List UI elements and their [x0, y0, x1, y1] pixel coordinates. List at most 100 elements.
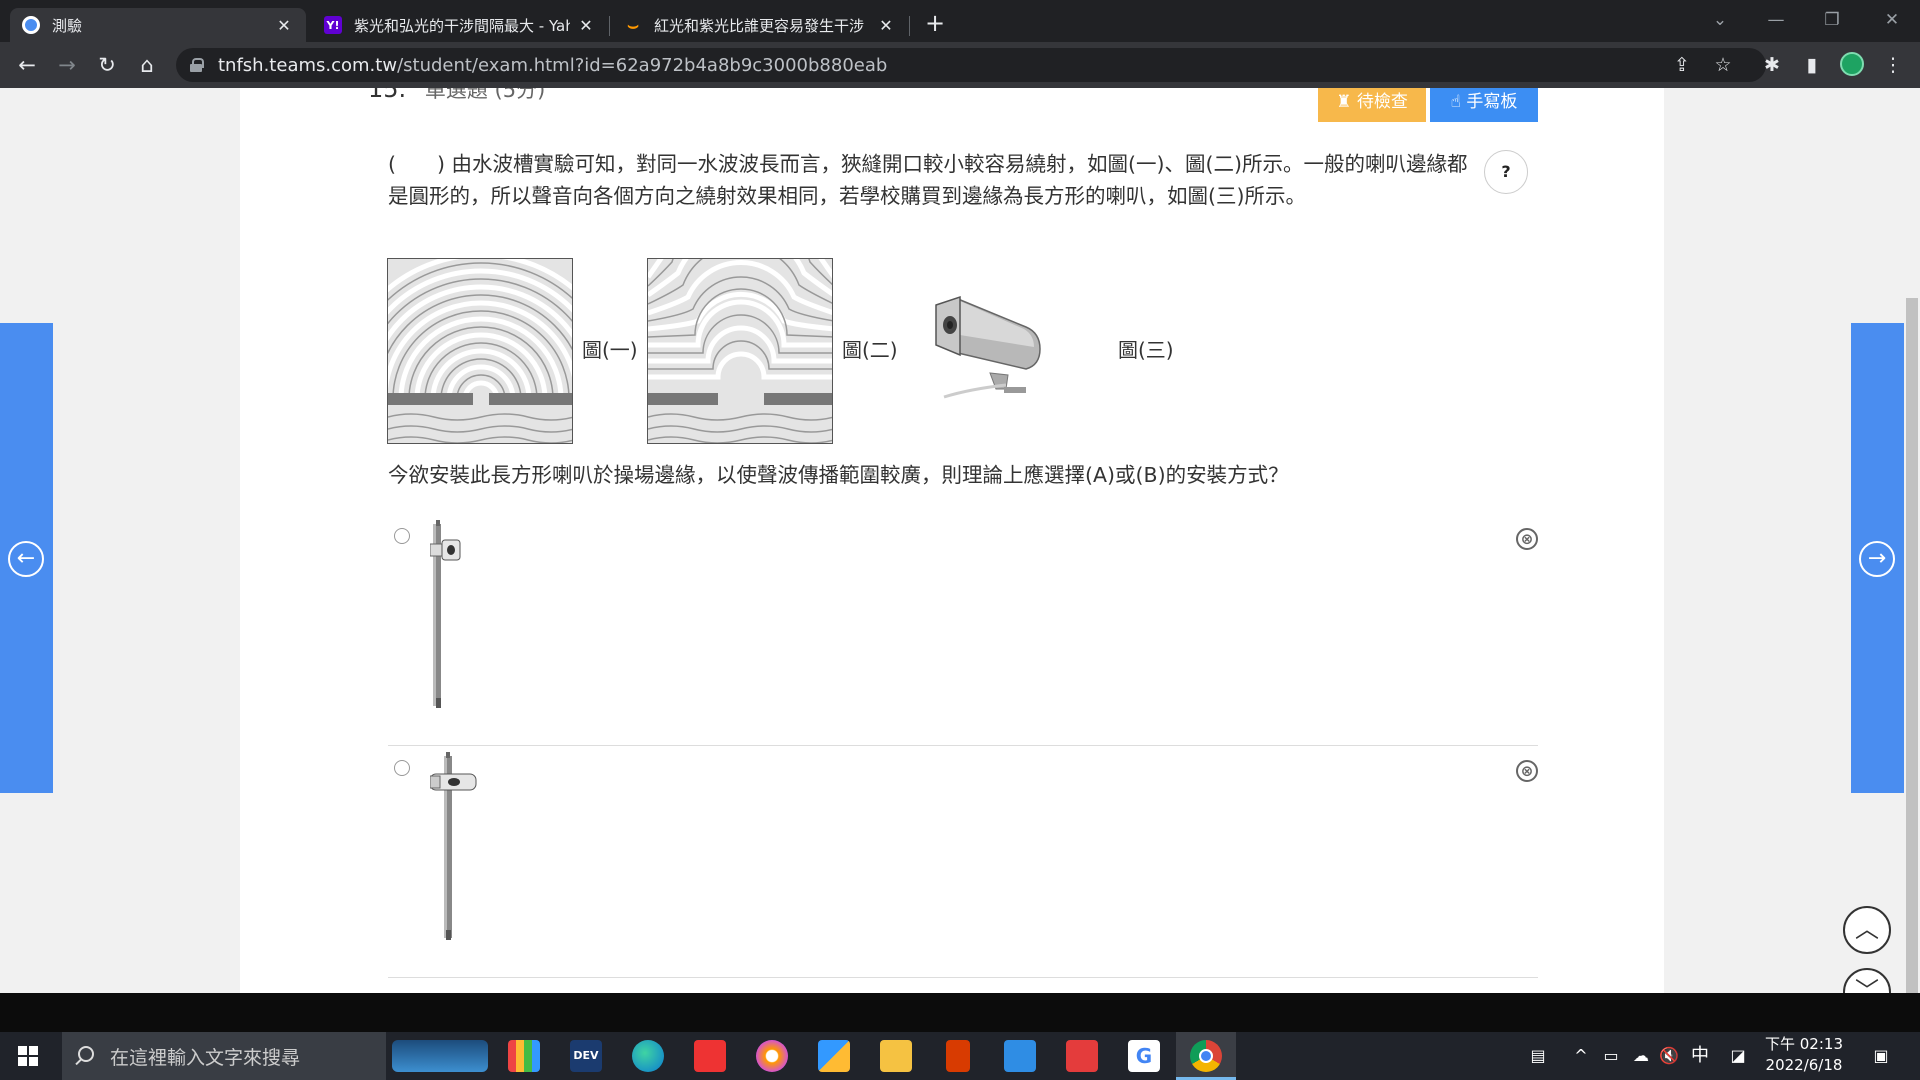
- folder-icon[interactable]: [880, 1040, 912, 1072]
- tab-exam[interactable]: 測驗 ✕: [10, 8, 306, 42]
- forward-icon[interactable]: →: [52, 50, 82, 80]
- pending-review-button[interactable]: ♜ 待檢查: [1318, 88, 1426, 122]
- question-header: 15. 單選題 (5分): [368, 88, 545, 104]
- url-host: tnfsh.teams.com.tw: [218, 54, 398, 76]
- bookmark-star-icon[interactable]: ☆: [1708, 50, 1738, 80]
- profile-avatar[interactable]: [1840, 52, 1864, 76]
- side-panel-icon[interactable]: ▮: [1797, 50, 1827, 80]
- arrow-left-icon[interactable]: ←: [8, 541, 44, 577]
- close-icon[interactable]: ✕: [876, 16, 896, 35]
- home-icon[interactable]: ⌂: [132, 50, 162, 80]
- search-icon: [78, 1046, 94, 1062]
- help-button[interactable]: ?: [1484, 150, 1528, 194]
- news-widget-icon[interactable]: ▤: [1518, 1032, 1558, 1080]
- devcpp-icon[interactable]: DEV: [570, 1040, 602, 1072]
- tab-search-icon[interactable]: ⌄: [1692, 0, 1748, 42]
- arrow-right-icon[interactable]: →: [1859, 541, 1895, 577]
- flag-icon: ♜: [1336, 92, 1352, 112]
- tray-chevron-icon[interactable]: ^: [1568, 1032, 1594, 1080]
- ime-mode-icon[interactable]: ◪: [1724, 1032, 1752, 1080]
- option-b-radio[interactable]: [394, 760, 410, 776]
- tab-strip: 測驗 ✕ Y! 紫光和弘光的干涉間隔最大 - Yah ✕ ⌣ 紅光和紫光比誰更容…: [0, 0, 1920, 42]
- clock-time: 下午 02:13: [1765, 1035, 1843, 1053]
- notification-icon[interactable]: ▣: [1866, 1032, 1896, 1080]
- tab-title: 紫光和弘光的干涉間隔最大 - Yah: [354, 16, 570, 35]
- scroll-up-button[interactable]: ︿: [1843, 906, 1891, 954]
- tab-title: 紅光和紫光比誰更容易發生干涉: [654, 16, 865, 35]
- option-a-remove-icon[interactable]: ⊗: [1516, 528, 1538, 550]
- edge-icon[interactable]: [632, 1040, 664, 1072]
- page-scrollbar[interactable]: [1904, 88, 1920, 993]
- page-viewport: 15. 單選題 (5分) ♜ 待檢查 ☝ 手寫板 ? ( ) 由水波槽實驗可知，…: [0, 88, 1904, 993]
- figure-1-label: 圖(一): [582, 338, 638, 362]
- store-icon[interactable]: [818, 1040, 850, 1072]
- office-icon[interactable]: [946, 1040, 970, 1072]
- question-number: 15.: [368, 88, 407, 103]
- question-type: 單選題 (5分): [424, 88, 546, 102]
- app-grid-icon[interactable]: [508, 1040, 540, 1072]
- tab-yahoo[interactable]: Y! 紫光和弘光的干涉間隔最大 - Yah ✕: [312, 8, 608, 42]
- pending-label: 待檢查: [1356, 92, 1408, 112]
- horn-speaker-image: [930, 293, 1060, 408]
- chrome-taskbar-button[interactable]: [1176, 1032, 1236, 1080]
- figure-wide-slit: [647, 258, 833, 444]
- scrollbar-thumb[interactable]: [1906, 298, 1918, 993]
- circle-logo-icon: [22, 16, 40, 34]
- ime-indicator[interactable]: 中: [1686, 1032, 1714, 1080]
- volume-muted-icon[interactable]: 🔇: [1656, 1032, 1682, 1080]
- option-a-radio[interactable]: [394, 528, 410, 544]
- shopping-icon: ⌣: [627, 14, 639, 36]
- tab-divider: [609, 16, 610, 36]
- gift-icon[interactable]: [694, 1040, 726, 1072]
- tab-divider: [909, 16, 910, 36]
- close-window-button[interactable]: ✕: [1864, 0, 1920, 42]
- close-icon[interactable]: ✕: [576, 16, 596, 35]
- page-footer-strip: [0, 993, 1920, 1032]
- yahoo-icon: Y!: [324, 16, 342, 34]
- tab-title: 測驗: [52, 16, 83, 35]
- question-text: ( ) 由水波槽實驗可知，對同一水波波長而言，狹縫開口較小較容易繞射，如圖(一)…: [388, 152, 1468, 208]
- minimize-button[interactable]: —: [1748, 0, 1804, 42]
- address-bar[interactable]: tnfsh.teams.com.tw/student/exam.html?id=…: [176, 48, 1766, 82]
- vertical-speaker-pole-image: [429, 516, 490, 716]
- taskbar-search[interactable]: 在這裡輸入文字來搜尋: [62, 1032, 386, 1080]
- lock-icon: [190, 58, 204, 72]
- handwrite-label: 手寫板: [1466, 92, 1518, 112]
- scroll-down-button[interactable]: ﹀: [1843, 968, 1891, 993]
- tab-shopping[interactable]: ⌣ 紅光和紫光比誰更容易發生干涉 ✕: [612, 8, 908, 42]
- share-icon[interactable]: ⇪: [1667, 50, 1697, 80]
- close-icon[interactable]: ✕: [274, 16, 294, 35]
- windows-taskbar: 在這裡輸入文字來搜尋 DEV G ▤ ^ ▭ ☁ 🔇 中 ◪ 下午 02:13 …: [0, 1032, 1920, 1080]
- news-icon[interactable]: [1066, 1040, 1098, 1072]
- menu-icon[interactable]: ⋮: [1878, 50, 1908, 80]
- browser-toolbar: ← → ↻ ⌂ tnfsh.teams.com.tw/student/exam.…: [0, 42, 1920, 88]
- restore-button[interactable]: ❐: [1804, 0, 1860, 42]
- mail-icon[interactable]: [1004, 1040, 1036, 1072]
- taskbar-search-placeholder: 在這裡輸入文字來搜尋: [110, 1046, 301, 1069]
- onedrive-icon[interactable]: ☁: [1628, 1032, 1654, 1080]
- widgets-icon[interactable]: [392, 1040, 488, 1072]
- option-b[interactable]: ⊗: [388, 748, 1538, 978]
- figure-2-label: 圖(二): [842, 338, 898, 362]
- battery-icon[interactable]: ▭: [1598, 1032, 1624, 1080]
- reload-icon[interactable]: ↻: [92, 50, 122, 80]
- clock-date: 2022/6/18: [1765, 1056, 1843, 1074]
- handwrite-button[interactable]: ☝ 手寫板: [1430, 88, 1538, 122]
- option-b-remove-icon[interactable]: ⊗: [1516, 760, 1538, 782]
- taskbar-clock[interactable]: 下午 02:13 2022/6/18: [1754, 1034, 1854, 1076]
- option-a[interactable]: ⊗: [388, 516, 1538, 746]
- vpn-icon[interactable]: [756, 1040, 788, 1072]
- next-question-panel[interactable]: →: [1851, 323, 1904, 793]
- back-icon[interactable]: ←: [12, 50, 42, 80]
- extensions-icon[interactable]: ✱: [1757, 50, 1787, 80]
- chrome-icon: [1190, 1040, 1222, 1072]
- question-prompt: 今欲安裝此長方形喇叭於操場邊緣，以使聲波傳播範圍較廣，則理論上應選擇(A)或(B…: [388, 463, 1289, 487]
- windows-start-icon[interactable]: [18, 1046, 38, 1066]
- hand-icon: ☝: [1450, 92, 1461, 112]
- prev-question-panel[interactable]: ←: [0, 323, 53, 793]
- new-tab-button[interactable]: +: [920, 8, 950, 38]
- figure-narrow-slit: [387, 258, 573, 444]
- horizontal-speaker-pole-image: [429, 748, 490, 948]
- figure-3-label: 圖(三): [1118, 338, 1174, 362]
- google-icon[interactable]: G: [1128, 1040, 1160, 1072]
